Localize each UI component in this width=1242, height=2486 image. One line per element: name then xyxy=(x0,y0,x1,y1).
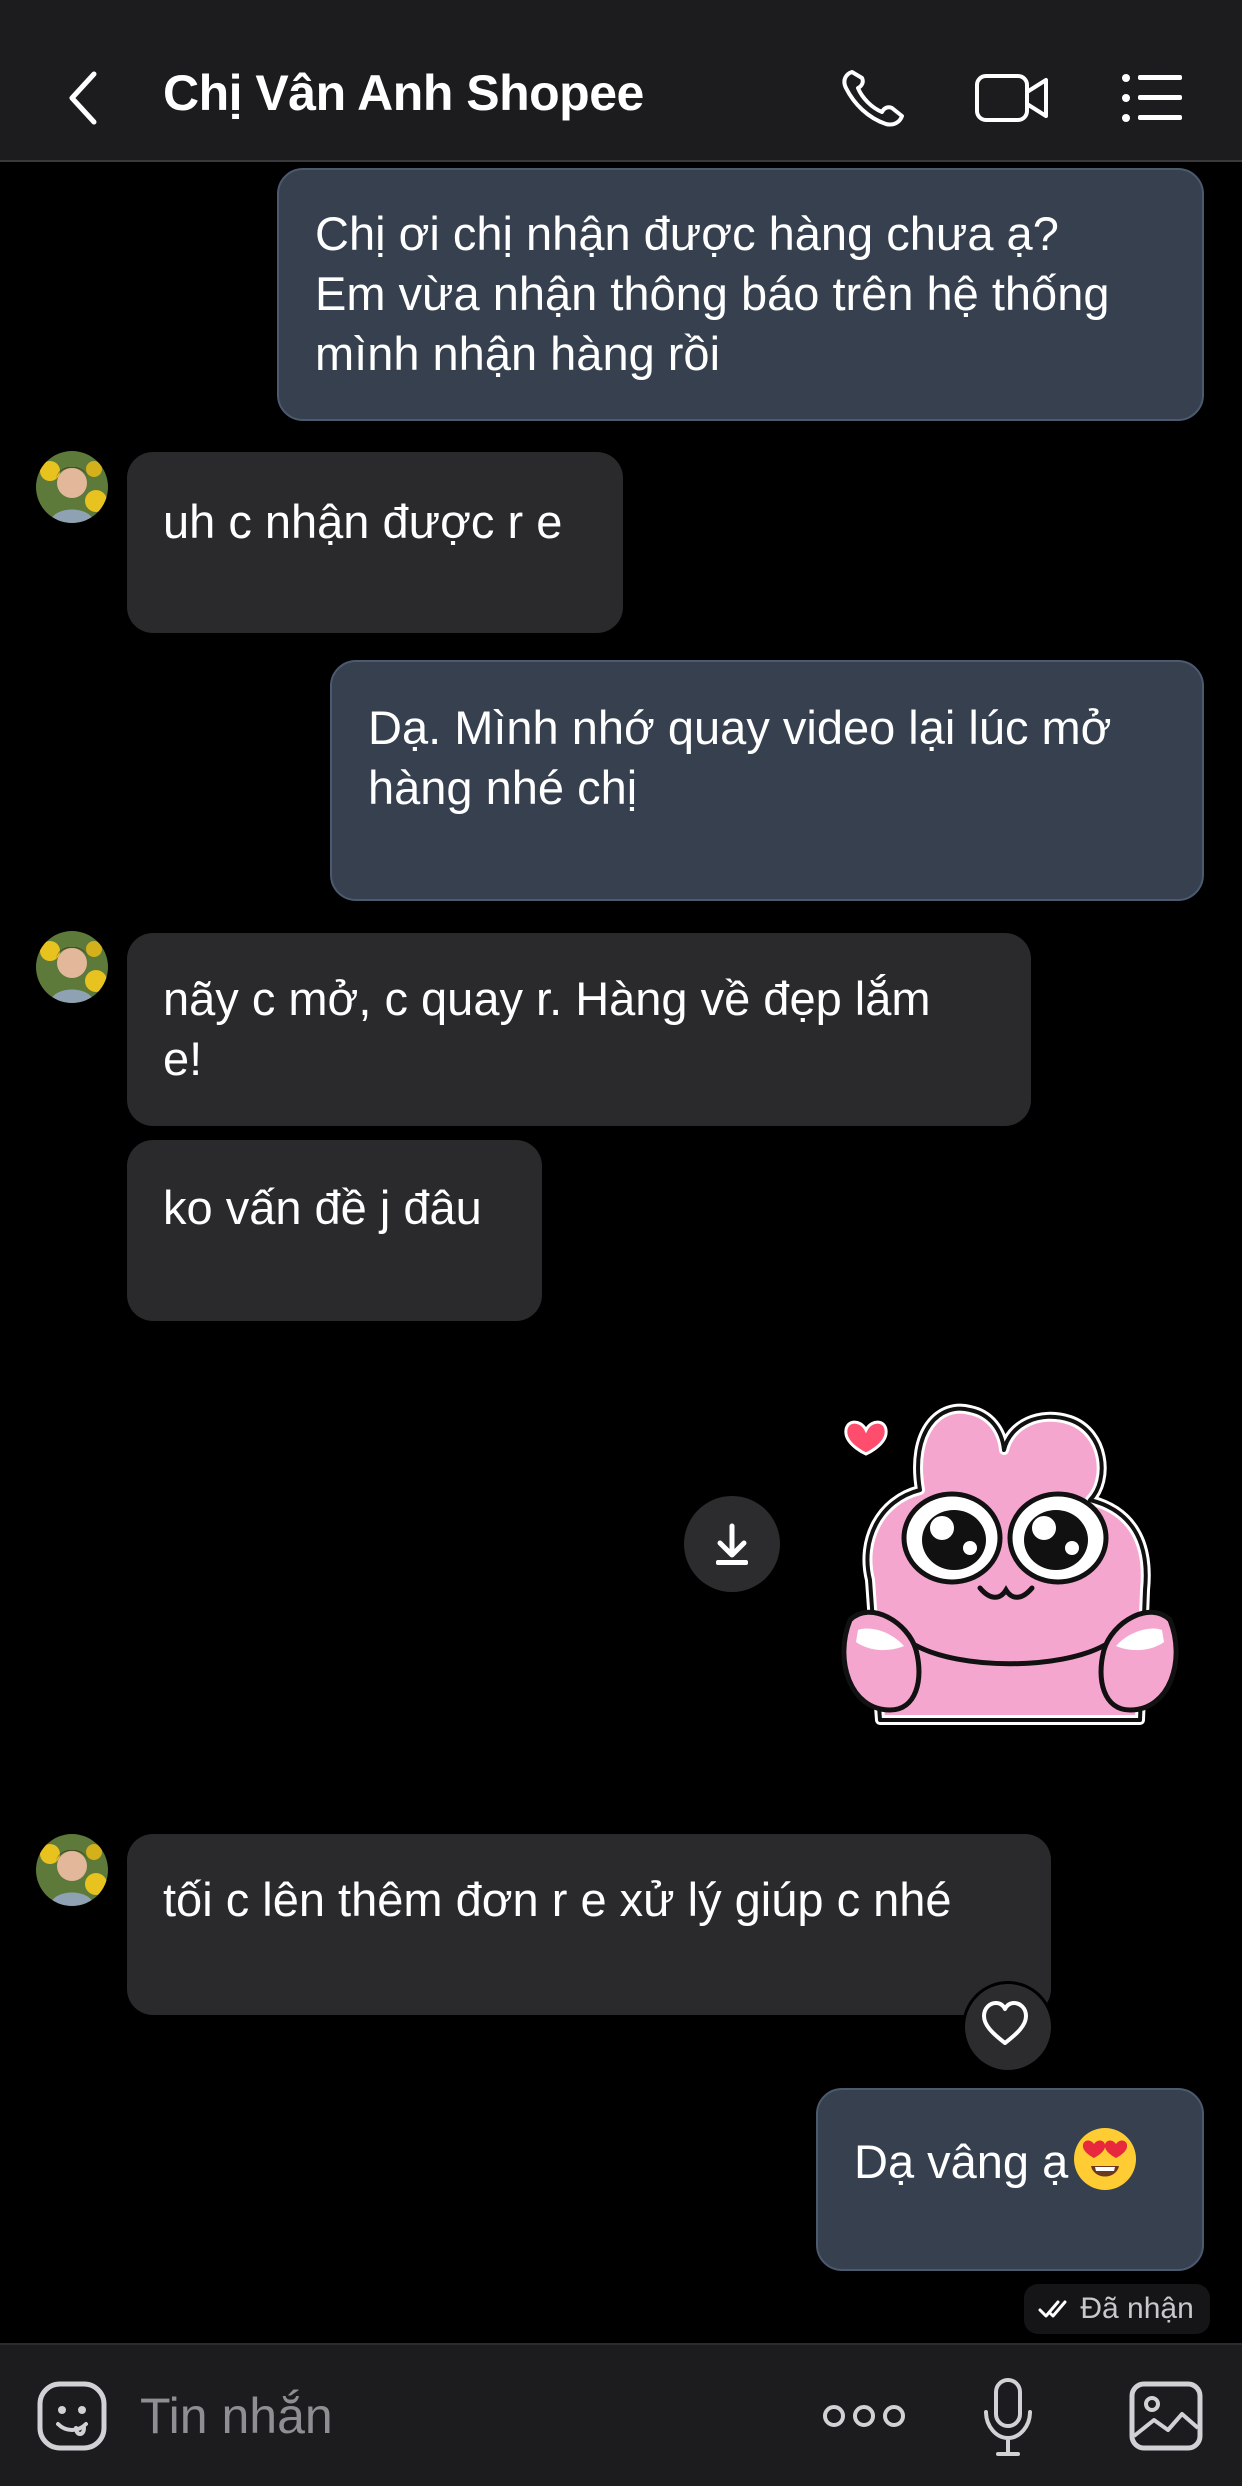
chat-header: Chị Vân Anh Shopee xyxy=(0,0,1242,162)
outgoing-message[interactable]: Dạ. Mình nhớ quay video lại lúc mở hàng … xyxy=(330,660,1204,901)
incoming-message[interactable]: nãy c mở, c quay r. Hàng về đẹp lắm e! xyxy=(127,933,1031,1126)
back-chevron-icon[interactable] xyxy=(60,66,110,130)
delivered-status: Đã nhận xyxy=(1024,2284,1210,2334)
chat-title: Chị Vân Anh Shopee xyxy=(163,65,644,121)
incoming-message[interactable]: uh c nhận được r e xyxy=(127,452,623,633)
list-menu-icon[interactable] xyxy=(1120,70,1184,126)
download-sticker-button[interactable] xyxy=(684,1496,780,1592)
react-heart-button[interactable] xyxy=(962,1981,1054,2073)
contact-avatar[interactable] xyxy=(36,1834,108,1906)
contact-avatar[interactable] xyxy=(36,931,108,1003)
outgoing-message[interactable]: Chị ơi chị nhận được hàng chưa ạ? Em vừa… xyxy=(277,168,1204,421)
incoming-message[interactable]: tối c lên thêm đơn r e xử lý giúp c nhé xyxy=(127,1834,1051,2015)
status-label: Đã nhận xyxy=(1080,2292,1194,2325)
double-check-icon xyxy=(1038,2300,1067,2318)
sticker-smile-icon[interactable] xyxy=(36,2380,108,2452)
phone-icon[interactable] xyxy=(838,66,908,130)
message-input[interactable] xyxy=(140,2376,780,2456)
heart-outline-icon xyxy=(982,2001,1028,2045)
image-gallery-icon[interactable] xyxy=(1128,2380,1204,2452)
incoming-message[interactable]: ko vấn đề j đâu xyxy=(127,1140,542,1321)
heart-eyes-emoji xyxy=(1074,2128,1137,2190)
message-text: Dạ vâng ạ xyxy=(854,2135,1069,2188)
outgoing-message[interactable]: Dạ vâng ạ xyxy=(816,2088,1204,2271)
pink-bunny-blushing-sticker[interactable] xyxy=(820,1390,1200,1740)
download-icon xyxy=(716,1523,748,1565)
video-camera-icon[interactable] xyxy=(974,70,1050,126)
microphone-icon[interactable] xyxy=(980,2376,1036,2460)
more-dots-icon[interactable] xyxy=(822,2396,906,2436)
contact-avatar[interactable] xyxy=(36,451,108,523)
